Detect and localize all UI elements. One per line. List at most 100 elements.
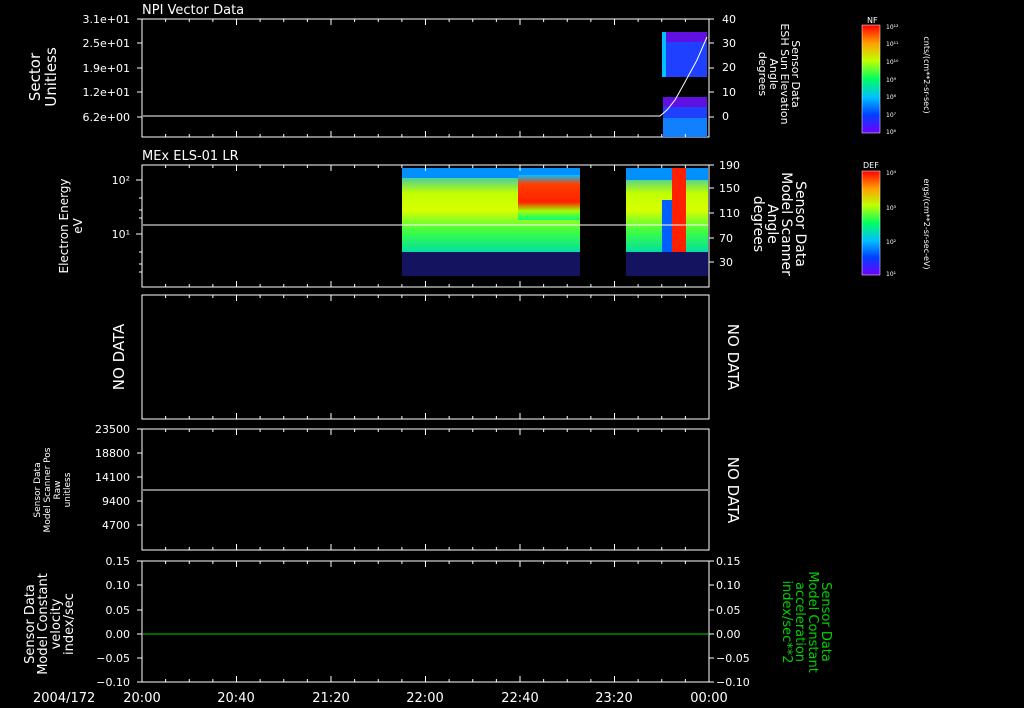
tick-label: 1.2e+01: [83, 86, 130, 99]
tick-label: 14100: [95, 471, 130, 484]
time-axis: 2004/172 20:00 20:40 21:20 22:00 22:40 2…: [33, 691, 728, 706]
panel2-spectrogram: [402, 168, 708, 276]
panel5-frame: [141, 560, 710, 683]
panel3-frame: [141, 294, 710, 420]
time-tick-label: 20:00: [123, 691, 160, 706]
panel2-colorbar: DEF 10⁴ 10³ 10² 10¹ ergs/(cm**2-sr-sec-e…: [861, 161, 931, 278]
panel3-left-nodata: NO DATA: [110, 323, 128, 390]
plot-canvas: NPI Vector Data 3.1e+01 2.5e+01 1.9e+01 …: [23, 3, 931, 706]
tick-label: 10¹: [112, 228, 130, 241]
panel4-ylabel: Sensor Data Model Scanner Pos Raw unitle…: [33, 447, 73, 532]
ylabel-line: Electron Energy: [57, 178, 71, 273]
ylabel-line: Unitless: [42, 47, 60, 107]
panel-no-data: NO DATA NO DATA: [110, 294, 742, 420]
ylabel-line: unitless: [63, 472, 73, 507]
panel3-right-nodata: NO DATA: [724, 324, 742, 391]
tick-label: 3.1e+01: [83, 13, 130, 26]
tick-label: −0.10: [716, 676, 750, 689]
tick-label: 150: [719, 182, 740, 195]
spectrogram-block-b-top: [626, 168, 708, 180]
tick-label: 30: [722, 37, 736, 50]
colorbar-tick: 10⁹: [886, 77, 897, 84]
y2label-line: degrees: [756, 52, 769, 97]
no-data-label: NO DATA: [724, 457, 742, 524]
colorbar-tick: 10¹⁰: [886, 59, 899, 66]
panel4-right-nodata: NO DATA: [724, 457, 742, 524]
panel1-title: NPI Vector Data: [142, 3, 244, 18]
tick-label: 0.15: [716, 555, 741, 568]
tick-label: 10²: [112, 174, 130, 187]
tick-label: 2.5e+01: [83, 37, 130, 50]
tick-label: 190: [719, 159, 740, 172]
tick-marks: [137, 18, 142, 118]
ylabel-line: index/sec: [62, 593, 77, 655]
time-tick-label: 23:20: [595, 691, 632, 706]
tick-label: 0.05: [106, 604, 131, 617]
panel1-colorbar: NF 10¹² 10¹¹ 10¹⁰ 10⁹ 10⁸ 10⁷ 10⁶ cnts/(…: [861, 16, 931, 136]
panel1-heatmap-upper-edge: [662, 32, 666, 77]
panel1-heatmap-lower-top: [663, 97, 707, 107]
panel2-ylabel: Electron Energy eV: [57, 178, 85, 273]
panel1-frame: [141, 18, 710, 138]
tick-marks: [709, 164, 714, 263]
panel2-left-ticks: 10² 10¹: [112, 174, 142, 273]
panel-scanner-pos: 23500 18800 14100 9400 4700 Sensor Data …: [33, 423, 742, 551]
panel5-right-ticks: 0.15 0.10 0.05 0.00 −0.05 −0.10: [709, 555, 750, 689]
tick-marks: [709, 560, 714, 683]
tick-label: −0.05: [716, 652, 750, 665]
time-tick-label: 00:00: [690, 691, 727, 706]
tick-label: 4700: [102, 519, 130, 532]
panel1-y2label: Sensor Data ESH Sun Elevation Angle degr…: [756, 23, 802, 124]
tick-marks: [137, 560, 142, 683]
ylabel-line: Raw: [53, 481, 63, 500]
panel1-elevation-line: [143, 36, 708, 117]
colorbar-units: ergs/(cm**2-sr-sec-eV): [922, 178, 931, 269]
tick-label: 0.10: [106, 579, 131, 592]
colorbar-tick: 10¹: [886, 271, 897, 278]
no-data-label: NO DATA: [110, 323, 128, 390]
tick-label: 23500: [95, 423, 130, 436]
panel1-left-ticks: 3.1e+01 2.5e+01 1.9e+01 1.2e+01 6.2e+00: [83, 13, 142, 124]
colorbar-tick: 10²: [886, 239, 897, 246]
date-label: 2004/172: [33, 691, 95, 706]
colorbar-bar: [861, 170, 881, 276]
colorbar-tick: 10⁶: [886, 129, 897, 136]
tick-label: 110: [719, 207, 740, 220]
panel-mex-els: MEx ELS-01 LR 10² 10¹ 190 150 110 70 30 …: [57, 149, 931, 288]
tick-label: 40: [722, 13, 736, 26]
time-tick-label: 21:20: [312, 691, 349, 706]
panel4-left-ticks: 23500 18800 14100 9400 4700: [95, 423, 142, 532]
spectrogram-block-b-noise: [626, 252, 708, 276]
time-tick-label: 22:00: [406, 691, 443, 706]
colorbar-bar: [861, 24, 881, 134]
colorbar-tick: 10⁴: [886, 170, 897, 177]
time-tick-label: 20:40: [217, 691, 254, 706]
panel5-y2label: Sensor Data Model Constant acceleration …: [779, 571, 833, 673]
panel1-ylabel: Sector Unitless: [26, 47, 60, 107]
colorbar-units: cnts/(cm**2-sr-sec): [922, 36, 931, 113]
panel1-heatmap-upper-top: [663, 32, 707, 42]
tick-marks: [709, 18, 714, 118]
spectrogram-hot-region: [518, 175, 580, 220]
colorbar-tick: 10³: [886, 205, 897, 212]
tick-label: 6.2e+00: [83, 111, 130, 124]
tick-label: 10: [722, 86, 736, 99]
colorbar-label: DEF: [863, 161, 879, 170]
tick-label: 70: [719, 232, 733, 245]
no-data-label: NO DATA: [724, 324, 742, 391]
panel-npi-vector: NPI Vector Data 3.1e+01 2.5e+01 1.9e+01 …: [26, 3, 931, 138]
y2label-line: degrees: [750, 196, 766, 252]
colorbar-units-text: cnts/(cm**2-sr-sec): [922, 36, 931, 113]
tick-label: −0.05: [96, 652, 130, 665]
tick-label: 0.00: [106, 628, 131, 641]
y2label-line: index/sec**2: [779, 580, 794, 663]
colorbar-label: NF: [867, 16, 878, 25]
panel5-left-ticks: 0.15 0.10 0.05 0.00 −0.05 −0.10: [96, 555, 142, 689]
colorbar-tick: 10⁷: [886, 112, 897, 119]
time-tick-label: 22:40: [501, 691, 538, 706]
ylabel-line: Model Scanner Pos: [43, 447, 53, 532]
tick-label: 18800: [95, 447, 130, 460]
panel2-title: MEx ELS-01 LR: [142, 149, 239, 164]
tick-marks: [137, 428, 142, 526]
panel1-right-ticks: 40 30 20 10 0: [709, 13, 736, 123]
